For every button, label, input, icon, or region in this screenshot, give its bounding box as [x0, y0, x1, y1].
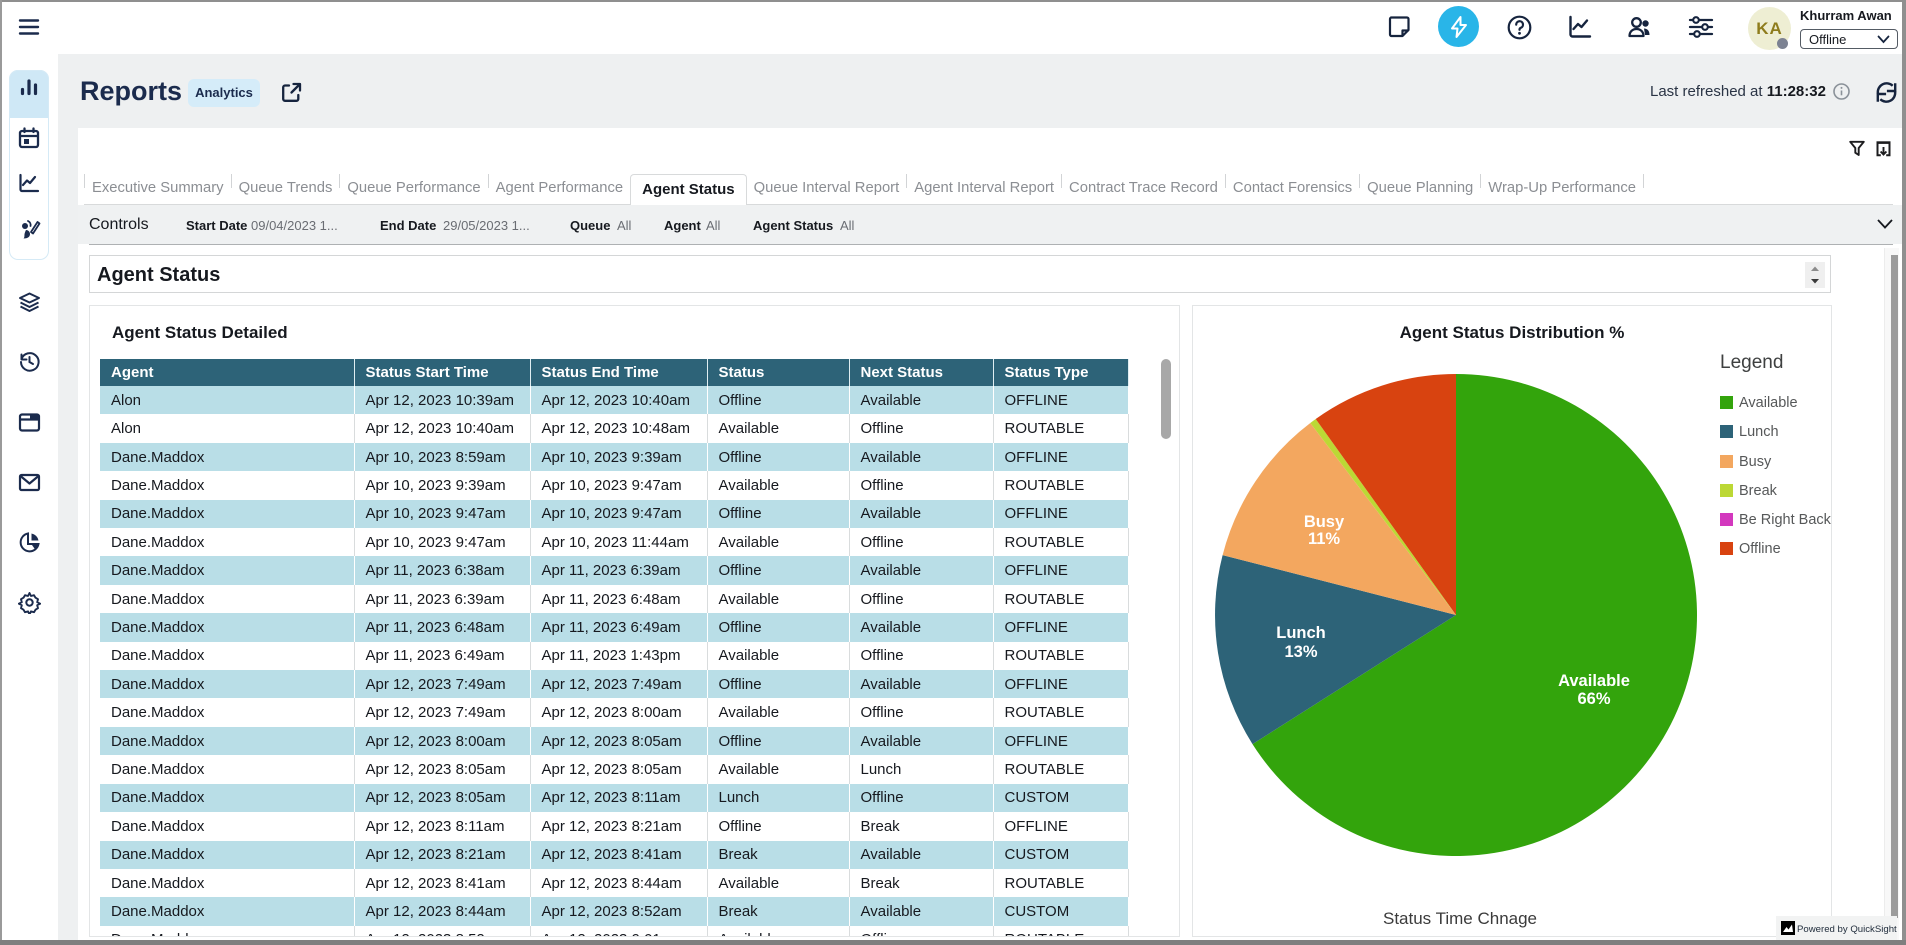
- svg-text:Busy: Busy: [1304, 513, 1345, 531]
- svg-text:Available: Available: [1558, 672, 1630, 690]
- svg-text:Lunch: Lunch: [1276, 624, 1326, 642]
- svg-text:11%: 11%: [1308, 530, 1340, 548]
- svg-text:66%: 66%: [1577, 690, 1610, 708]
- svg-text:13%: 13%: [1284, 643, 1317, 661]
